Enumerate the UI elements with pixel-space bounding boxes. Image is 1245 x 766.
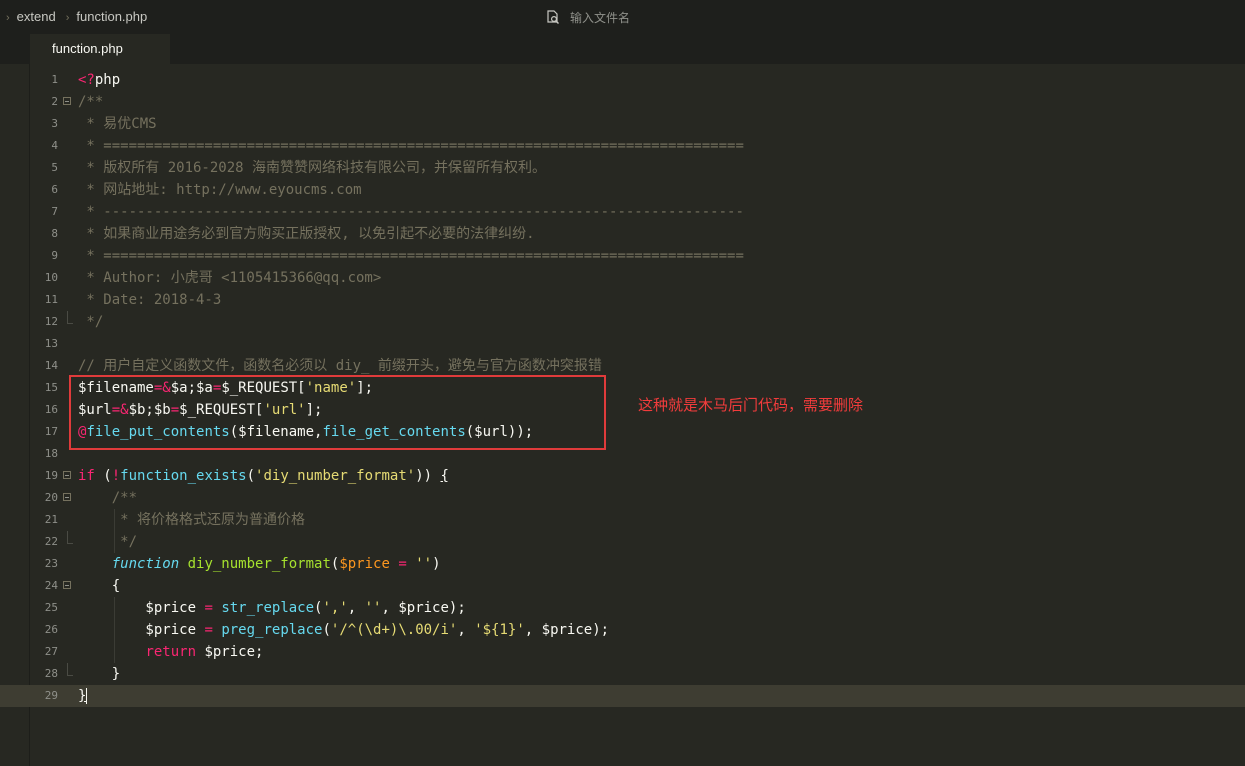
code-line[interactable]: 14 // 用户自定义函数文件，函数名必须以 diy_ 前缀开头，避免与官方函数冲… bbox=[0, 355, 1245, 377]
code-line[interactable]: 22 */ bbox=[0, 531, 1245, 553]
line-number: 20 bbox=[44, 491, 58, 504]
code-line[interactable]: 6 * 网站地址: http://www.eyoucms.com bbox=[0, 179, 1245, 201]
code-line[interactable]: 24 { bbox=[0, 575, 1245, 597]
line-number: 26 bbox=[44, 623, 58, 636]
code-line[interactable]: 3 * 易优CMS bbox=[0, 113, 1245, 135]
fold-end-marker bbox=[67, 663, 73, 676]
line-number: 8 bbox=[51, 227, 58, 240]
tab-bar: function.php bbox=[0, 34, 1245, 64]
code-line[interactable]: 4 * ====================================… bbox=[0, 135, 1245, 157]
line-number: 22 bbox=[44, 535, 58, 548]
fold-toggle-icon[interactable] bbox=[63, 581, 71, 589]
line-number: 7 bbox=[51, 205, 58, 218]
line-number: 18 bbox=[44, 447, 58, 460]
code-line[interactable]: 11 * Date: 2018-4-3 bbox=[0, 289, 1245, 311]
code-text: /** bbox=[111, 490, 138, 506]
file-search-placeholder: 输入文件名 bbox=[570, 11, 631, 25]
code-text: * ======================================… bbox=[78, 138, 744, 154]
line-number: 1 bbox=[51, 73, 58, 86]
code-line[interactable]: 7 * ------------------------------------… bbox=[0, 201, 1245, 223]
breadcrumb-item-folder[interactable]: extend bbox=[17, 9, 56, 24]
line-number: 15 bbox=[44, 381, 58, 394]
code-line[interactable]: 10 * Author: 小虎哥 <1105415366@qq.com> bbox=[0, 267, 1245, 289]
fold-toggle-icon[interactable] bbox=[63, 97, 71, 105]
code-text: if (!function_exists('diy_number_format'… bbox=[78, 468, 449, 484]
code-line[interactable]: 20 /** bbox=[0, 487, 1245, 509]
line-number: 19 bbox=[44, 469, 58, 482]
code-line[interactable]: 12 */ bbox=[0, 311, 1245, 333]
line-number: 4 bbox=[51, 139, 58, 152]
line-number: 25 bbox=[44, 601, 58, 614]
line-number: 17 bbox=[44, 425, 58, 438]
code-text: // 用户自定义函数文件，函数名必须以 diy_ 前缀开头，避免与官方函数冲突报… bbox=[78, 358, 602, 374]
code-text: * ======================================… bbox=[78, 248, 744, 264]
chevron-right-icon: › bbox=[65, 12, 70, 24]
tab-function-php[interactable]: function.php bbox=[30, 34, 170, 64]
code-text: /** bbox=[78, 94, 104, 110]
line-number: 21 bbox=[44, 513, 58, 526]
fold-toggle-icon[interactable] bbox=[63, 493, 71, 501]
line-number: 2 bbox=[51, 95, 58, 108]
breadcrumb-item-file[interactable]: function.php bbox=[76, 9, 147, 24]
code-text: function diy_number_format($price = '') bbox=[111, 556, 441, 572]
code-text: * 易优CMS bbox=[78, 116, 157, 132]
code-line[interactable]: 13 bbox=[0, 333, 1245, 355]
code-text: * --------------------------------------… bbox=[78, 204, 744, 220]
fold-toggle-icon[interactable] bbox=[63, 471, 71, 479]
line-number: 24 bbox=[44, 579, 58, 592]
code-text: * 将价格格式还原为普通价格 bbox=[78, 512, 306, 528]
malicious-code-highlight bbox=[69, 375, 606, 450]
line-number: 11 bbox=[44, 293, 58, 306]
code-text: * 版权所有 2016-2028 海南赞赞网络科技有限公司，并保留所有权利。 bbox=[78, 160, 547, 176]
line-number: 27 bbox=[44, 645, 58, 658]
breadcrumb: › extend › function.php bbox=[6, 9, 157, 24]
line-number: 10 bbox=[44, 271, 58, 284]
code-line[interactable]: 28 } bbox=[0, 663, 1245, 685]
line-number: 23 bbox=[44, 557, 58, 570]
code-text: } bbox=[78, 666, 121, 682]
line-number: 28 bbox=[44, 667, 58, 680]
line-number: 14 bbox=[44, 359, 58, 372]
code-line[interactable]: 5 * 版权所有 2016-2028 海南赞赞网络科技有限公司，并保留所有权利。 bbox=[0, 157, 1245, 179]
code-text: * 如果商业用途务必到官方购买正版授权, 以免引起不必要的法律纠纷. bbox=[78, 226, 535, 242]
code-text: { bbox=[78, 578, 121, 594]
code-line[interactable]: 21 * 将价格格式还原为普通价格 bbox=[0, 509, 1245, 531]
code-line[interactable]: 19 if (!function_exists('diy_number_forma… bbox=[0, 465, 1245, 487]
code-line[interactable]: 1 <?php bbox=[0, 69, 1245, 91]
fold-end-marker bbox=[67, 531, 73, 544]
line-number: 5 bbox=[51, 161, 58, 174]
file-search-icon bbox=[547, 10, 559, 24]
code-text: */ bbox=[78, 314, 104, 330]
code-text: * 网站地址: http://www.eyoucms.com bbox=[78, 182, 362, 198]
code-editor[interactable]: 1 <?php 2/** 3 * 易优CMS 4 * =================… bbox=[0, 64, 1245, 766]
file-search-input[interactable]: 输入文件名 bbox=[546, 9, 630, 27]
line-number: 16 bbox=[44, 403, 58, 416]
code-text: * Author: 小虎哥 <1105415366@qq.com> bbox=[78, 270, 382, 286]
code-text: $price = preg_replace('/^(\d+)\.00/i', '… bbox=[78, 622, 610, 638]
code-text: * Date: 2018-4-3 bbox=[78, 292, 222, 308]
code-line[interactable]: 23 function diy_number_format($price = '… bbox=[0, 553, 1245, 575]
line-number: 6 bbox=[51, 183, 58, 196]
code-line[interactable]: 27 return $price; bbox=[0, 641, 1245, 663]
line-number: 12 bbox=[44, 315, 58, 328]
line-number: 3 bbox=[51, 117, 58, 130]
line-number: 13 bbox=[44, 337, 58, 350]
annotation-text: 这种就是木马后门代码，需要删除 bbox=[638, 397, 864, 414]
code-line[interactable]: 2 /** bbox=[0, 91, 1245, 113]
code-line[interactable]: 9 * ====================================… bbox=[0, 245, 1245, 267]
code-line[interactable]: 26 $price = preg_replace('/^(\d+)\.00/i'… bbox=[0, 619, 1245, 641]
code-line[interactable]: 29} bbox=[0, 685, 1245, 707]
code-line[interactable]: 8 * 如果商业用途务必到官方购买正版授权, 以免引起不必要的法律纠纷. bbox=[0, 223, 1245, 245]
line-number: 29 bbox=[44, 689, 58, 702]
fold-end-marker bbox=[67, 311, 73, 324]
code-text: <?php bbox=[78, 72, 121, 88]
code-text: */ bbox=[78, 534, 138, 550]
code-text: return $price; bbox=[145, 644, 264, 660]
line-number: 9 bbox=[51, 249, 58, 262]
chevron-right-icon: › bbox=[6, 12, 10, 24]
title-bar: › extend › function.php 输入文件名 bbox=[0, 0, 1245, 35]
text-cursor bbox=[86, 688, 87, 704]
code-text: $price = str_replace(',', '', $price); bbox=[78, 600, 466, 616]
code-line[interactable]: 25 $price = str_replace(',', '', $price)… bbox=[0, 597, 1245, 619]
